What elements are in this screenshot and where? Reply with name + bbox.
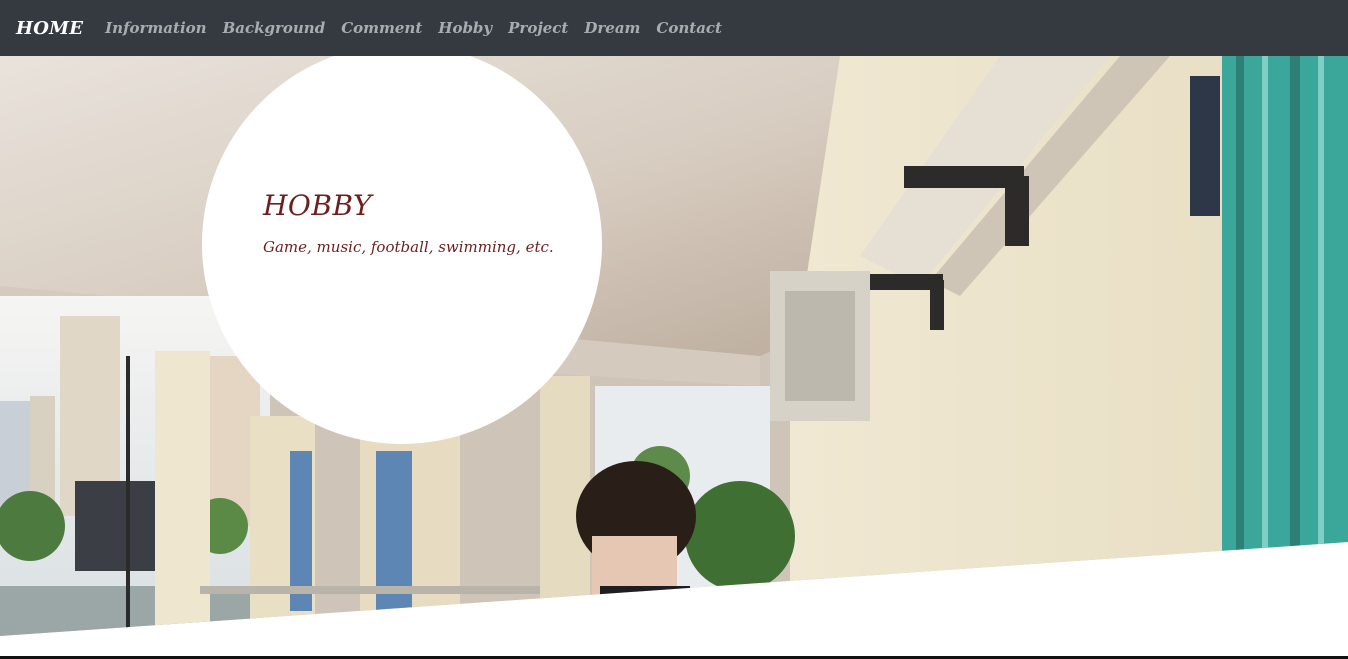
top-navbar: HOME Information Background Comment Hobb…: [0, 0, 1348, 56]
hero-section: HOBBY Game, music, football, swimming, e…: [0, 56, 1348, 659]
nav-item-comment[interactable]: Comment: [341, 19, 422, 37]
hobby-heading: HOBBY: [263, 189, 373, 222]
hobby-description: Game, music, football, swimming, etc.: [263, 238, 554, 256]
nav-item-dream[interactable]: Dream: [584, 19, 640, 37]
nav-item-contact[interactable]: Contact: [656, 19, 722, 37]
nav-item-background[interactable]: Background: [223, 19, 326, 37]
nav-brand-home[interactable]: HOME: [16, 18, 83, 39]
hero-background-photo: [0, 56, 1348, 636]
nav-item-project[interactable]: Project: [508, 19, 568, 37]
nav-item-hobby[interactable]: Hobby: [438, 19, 492, 37]
nav-item-information[interactable]: Information: [105, 19, 206, 37]
hobby-circle-card: HOBBY Game, music, football, swimming, e…: [202, 56, 602, 444]
